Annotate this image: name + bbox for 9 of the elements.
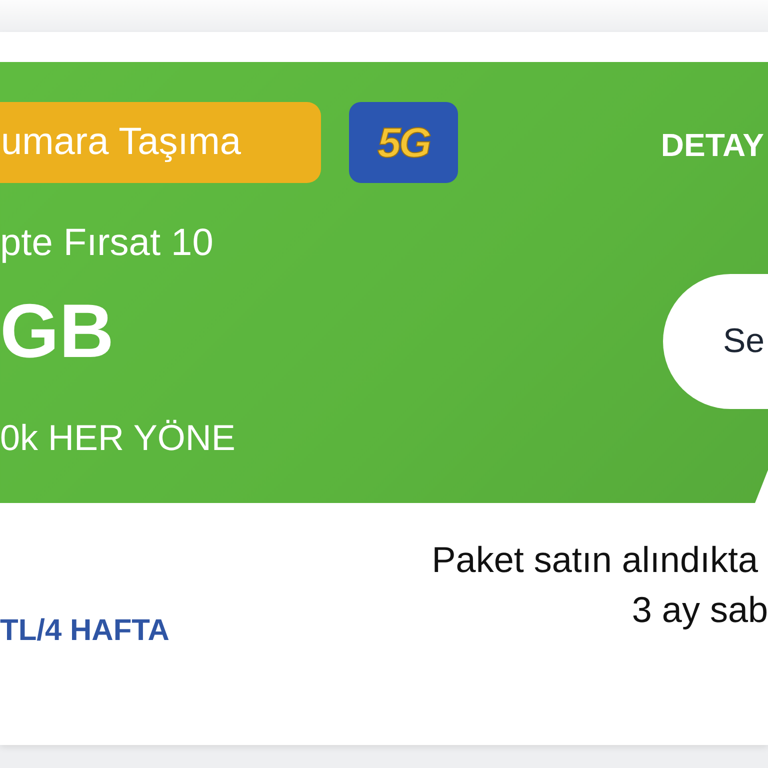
network-badge: 5G bbox=[349, 102, 458, 183]
select-button[interactable]: Se bbox=[663, 274, 768, 409]
price-text: TL/4 HAFTA bbox=[0, 616, 170, 646]
data-amount: GB bbox=[0, 292, 114, 372]
note-text: Paket satın alındıkta bbox=[432, 538, 758, 582]
minutes-text: 0k HER YÖNE bbox=[0, 416, 236, 460]
note-text: 3 ay sab bbox=[632, 588, 768, 632]
porting-badge: umara Taşıma bbox=[0, 102, 321, 183]
plan-name: pte Fırsat 10 bbox=[0, 221, 214, 265]
